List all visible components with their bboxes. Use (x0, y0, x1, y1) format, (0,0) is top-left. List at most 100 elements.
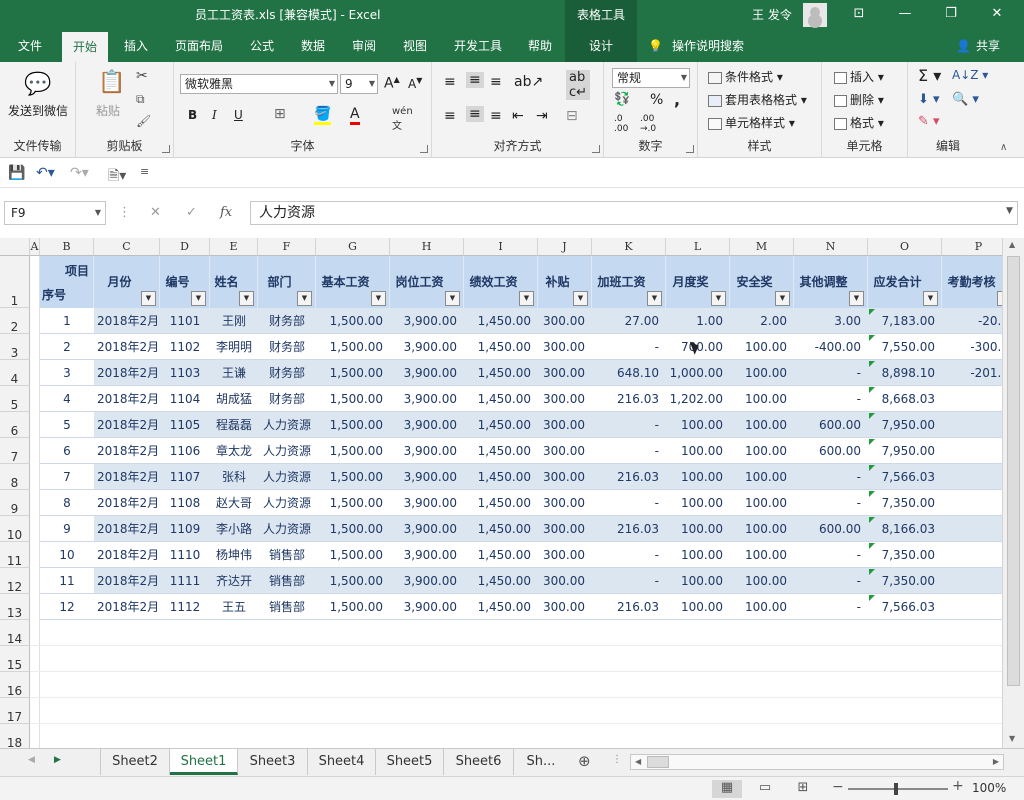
table-cell[interactable]: 100.00 (666, 438, 730, 464)
customize-qat-icon[interactable]: ≡ (140, 165, 149, 178)
table-cell[interactable]: 1103 (160, 360, 210, 386)
table-cell[interactable]: 6 (40, 438, 94, 464)
tell-me-search[interactable]: 操作说明搜索 (670, 30, 746, 62)
enter-icon[interactable]: ✓ (186, 205, 197, 220)
vertical-scrollbar[interactable]: ▲ ▼ (1002, 238, 1024, 748)
row-header[interactable]: 9 (0, 490, 30, 516)
table-cell[interactable]: - (794, 568, 868, 594)
dialog-launcher-icon[interactable] (420, 145, 428, 153)
align-left-icon[interactable]: ≡ (444, 108, 456, 124)
header-cell-k[interactable]: 加班工资 ▼ (592, 256, 666, 308)
table-cell[interactable]: 216.03 (592, 386, 666, 412)
print-preview-icon[interactable]: 🗎▾ (108, 165, 126, 189)
table-cell[interactable]: 销售部 (258, 594, 316, 620)
paste-button[interactable]: 粘贴 (96, 102, 120, 119)
filter-dropdown-icon[interactable]: ▼ (849, 291, 864, 306)
sheet-tab-sheet4[interactable]: Sheet4 (308, 749, 376, 775)
table-cell[interactable]: -201.5 (942, 360, 1002, 386)
table-cell[interactable]: 27.00 (592, 308, 666, 334)
row-header[interactable]: 5 (0, 386, 30, 412)
table-cell[interactable]: 1,450.00 (464, 464, 538, 490)
decrease-decimal-icon[interactable]: .00 →.0 (640, 114, 656, 134)
table-cell[interactable]: 300.00 (538, 516, 592, 542)
format-cells-button[interactable]: 格式 ▾ (834, 114, 884, 131)
table-cell[interactable]: 7,566.03 (868, 464, 942, 490)
table-cell[interactable]: 100.00 (730, 490, 794, 516)
table-cell[interactable]: 2018年2月 (94, 334, 160, 360)
scroll-up-icon[interactable]: ▲ (1009, 240, 1015, 249)
header-cell-o[interactable]: 应发合计 ▼ (868, 256, 942, 308)
table-cell[interactable]: 3,900.00 (390, 386, 464, 412)
table-cell[interactable]: 赵大哥 (210, 490, 258, 516)
table-cell[interactable]: - (794, 594, 868, 620)
table-cell[interactable]: 1112 (160, 594, 210, 620)
underline-button[interactable]: U (234, 108, 243, 122)
row-header[interactable]: 17 (0, 698, 30, 724)
scroll-thumb[interactable] (1007, 256, 1020, 686)
table-cell[interactable]: 3,900.00 (390, 464, 464, 490)
zoom-slider-knob[interactable] (894, 783, 898, 795)
table-cell[interactable]: 销售部 (258, 568, 316, 594)
align-right-icon[interactable]: ≡ (490, 108, 502, 124)
name-box[interactable]: F9 ▼ (4, 201, 106, 225)
page-layout-view-icon[interactable]: ▭ (750, 780, 780, 798)
tab-design[interactable]: 设计 (565, 30, 637, 62)
table-cell[interactable]: 7,950.00 (868, 412, 942, 438)
column-header-e[interactable]: E (210, 238, 258, 256)
table-cell[interactable]: - (942, 594, 1002, 620)
wrap-text-icon[interactable]: ab c↵ (566, 70, 591, 100)
border-icon[interactable]: ⊞ (274, 106, 286, 122)
close-button[interactable]: ✕ (974, 0, 1020, 30)
row-header[interactable]: 8 (0, 464, 30, 490)
avatar[interactable] (803, 3, 827, 27)
header-cell-f[interactable]: 部门 ▼ (258, 256, 316, 308)
table-cell[interactable]: 100.00 (666, 568, 730, 594)
table-cell[interactable]: 216.03 (592, 594, 666, 620)
header-cell-c[interactable]: 月份 ▼ (94, 256, 160, 308)
clear-icon[interactable]: ✎ ▾ (918, 114, 940, 129)
header-cell-d[interactable]: 编号 ▼ (160, 256, 210, 308)
horizontal-scrollbar[interactable]: ◀ ▶ (630, 754, 1004, 770)
table-cell[interactable]: 3,900.00 (390, 334, 464, 360)
header-cell-i[interactable]: 绩效工资 ▼ (464, 256, 538, 308)
scroll-right-icon[interactable]: ▶ (993, 757, 999, 766)
table-cell[interactable]: 100.00 (666, 464, 730, 490)
fill-color-icon[interactable]: 🪣 (314, 106, 332, 125)
zoom-level[interactable]: 100% (972, 781, 1006, 795)
sheet-tab-more[interactable]: Sh... (514, 749, 568, 775)
scroll-left-icon[interactable]: ◀ (635, 757, 641, 766)
tab-data[interactable]: 数据 (299, 30, 327, 62)
table-cell[interactable]: 2018年2月 (94, 308, 160, 334)
empty-row[interactable] (30, 698, 1002, 724)
filter-dropdown-icon[interactable]: ▼ (239, 291, 254, 306)
table-cell[interactable]: 李明明 (210, 334, 258, 360)
merge-center-icon[interactable]: ⊟ (566, 108, 578, 124)
table-cell[interactable]: 1,450.00 (464, 568, 538, 594)
dialog-launcher-icon[interactable] (592, 145, 600, 153)
table-cell[interactable]: 100.00 (730, 464, 794, 490)
tab-insert[interactable]: 插入 (122, 30, 150, 62)
table-cell[interactable]: 1,450.00 (464, 360, 538, 386)
table-cell[interactable]: - (794, 490, 868, 516)
header-cell-l[interactable]: 月度奖 ▼ (666, 256, 730, 308)
tab-formulas[interactable]: 公式 (248, 30, 276, 62)
table-cell[interactable]: 300.00 (538, 412, 592, 438)
table-cell[interactable]: 胡成猛 (210, 386, 258, 412)
row-header[interactable]: 6 (0, 412, 30, 438)
table-cell[interactable]: 3,900.00 (390, 594, 464, 620)
user-name[interactable]: 王 发令 (752, 6, 792, 23)
column-header-a[interactable]: A (30, 238, 40, 256)
table-cell[interactable]: -20.0 (942, 308, 1002, 334)
table-cell[interactable]: 100.00 (730, 516, 794, 542)
table-cell[interactable]: 100.00 (666, 412, 730, 438)
table-cell[interactable]: 3,900.00 (390, 308, 464, 334)
dialog-launcher-icon[interactable] (686, 145, 694, 153)
table-cell[interactable]: 12 (40, 594, 94, 620)
insert-cells-button[interactable]: 插入 ▾ (834, 68, 884, 85)
table-cell[interactable]: 1,450.00 (464, 516, 538, 542)
table-cell[interactable]: 1105 (160, 412, 210, 438)
table-cell[interactable]: 1,500.00 (316, 542, 390, 568)
table-cell[interactable]: 300.00 (538, 386, 592, 412)
table-cell[interactable]: 648.10 (592, 360, 666, 386)
table-cell[interactable]: - (942, 412, 1002, 438)
